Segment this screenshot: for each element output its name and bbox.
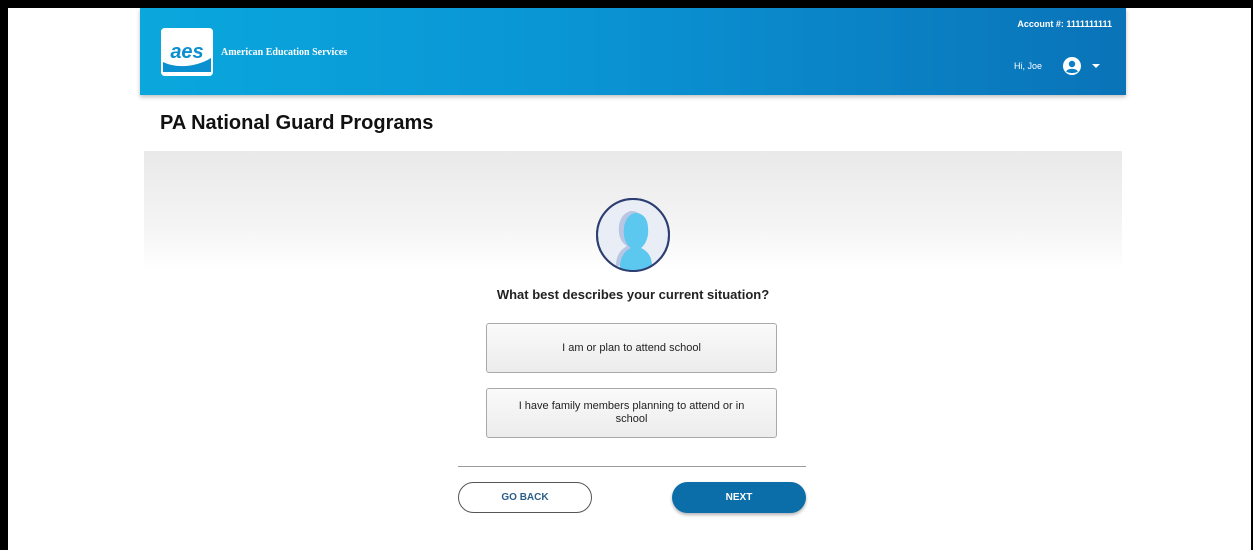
option-attend-school-button[interactable]: I am or plan to attend school bbox=[486, 323, 777, 373]
brand-name: American Education Services bbox=[221, 47, 348, 58]
user-greeting: Hi, Joe bbox=[1013, 61, 1042, 71]
svg-text:aes: aes bbox=[170, 41, 203, 63]
option-family-members-button[interactable]: I have family members planning to attend… bbox=[486, 388, 777, 438]
next-button[interactable]: NEXT bbox=[672, 482, 806, 513]
window-frame-left bbox=[0, 0, 8, 550]
user-circle-icon[interactable] bbox=[1063, 57, 1081, 75]
situation-question: What best describes your current situati… bbox=[496, 287, 770, 302]
aes-logo-icon: aes bbox=[161, 28, 213, 76]
page-title: PA National Guard Programs bbox=[160, 112, 434, 134]
account-number: Account #: 1111111111 bbox=[1017, 19, 1112, 29]
option-label: I have family members planning to attend… bbox=[518, 400, 745, 425]
actions-divider bbox=[458, 466, 806, 467]
aes-logo[interactable]: aes bbox=[161, 28, 213, 76]
option-label: I am or plan to attend school bbox=[562, 341, 701, 354]
window-frame-top bbox=[0, 0, 1253, 8]
caret-down-icon[interactable] bbox=[1092, 64, 1100, 68]
person-silhouette-icon bbox=[596, 198, 670, 272]
go-back-button[interactable]: GO BACK bbox=[458, 482, 592, 513]
app-header: aes American Education Services Account … bbox=[140, 8, 1126, 95]
